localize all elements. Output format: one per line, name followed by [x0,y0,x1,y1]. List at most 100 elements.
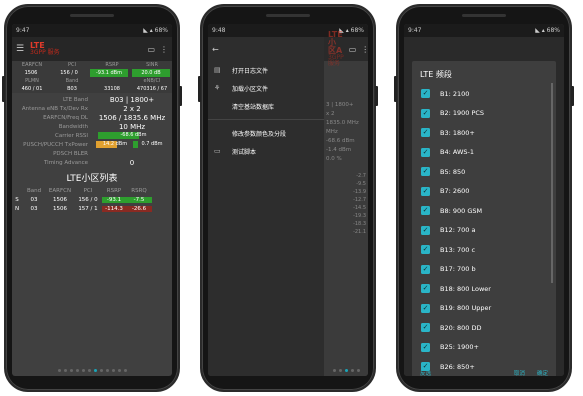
band-label: B20: 800 DD [440,323,482,332]
checkbox-checked-icon[interactable]: ✓ [421,342,430,352]
drawer-item[interactable]: 清空基站数据库 [208,97,324,115]
dialog-scrollbar[interactable] [551,83,553,283]
band-option[interactable]: ✓ B5: 850 [412,162,556,182]
grid2-value-1: B03 [67,86,77,92]
overflow-menu-icon[interactable]: ⋮ [160,45,168,54]
drawer-item[interactable]: ⚘ 加载小区文件 [208,79,324,97]
cell-earfcn: 1506 [53,205,67,212]
drawer-item[interactable]: 修改参数颜色及分段 [208,124,324,142]
grid2-value-0: 460 / 01 [21,86,43,92]
hamburger-menu-icon[interactable]: ☰ [16,44,30,54]
drawer-item[interactable]: ▤ 打开日志文件 [208,61,324,79]
checkbox-checked-icon[interactable]: ✓ [421,264,430,274]
param-label: Bandwidth [58,123,88,130]
band-option[interactable]: ✓ B3: 1800+ [412,123,556,143]
checkbox-checked-icon[interactable]: ✓ [421,303,430,313]
band-option[interactable]: ✓ B2: 1900 PCS [412,104,556,124]
back-arrow-icon[interactable]: ← [212,45,219,54]
app-bar-dimmed: LTE 小区A 3GPP 服务 ▭ ⋮ [324,31,368,67]
grid2-header-2 [92,77,132,85]
band-option[interactable]: ✓ B7: 2600 [412,182,556,202]
power-button [375,86,378,106]
cell-pci: 157 / 1 [78,205,98,212]
page-indicator[interactable] [324,369,368,372]
cell-rsrq: -7.5 [126,196,152,203]
dimmed-value: -68.6 dBm [326,138,355,144]
grid1-value-2: -93.1 dBm [90,69,128,77]
band-option[interactable]: ✓ B19: 800 Upper [412,299,556,319]
ok-button[interactable]: 确定 [537,369,548,376]
param-label: LTE Band [62,96,88,103]
serving-cell-grid: EARFCN PCI RSRP SINR 1506 156 / 0 -93.1 dBm 20… [12,61,172,93]
grid1-value-0: 1506 [24,70,38,76]
band-label: B12: 700 a [440,226,476,235]
band-option[interactable]: ✓ B12: 700 a [412,221,556,241]
sim-card-icon: ▭ [348,44,357,54]
drawer-item-icon: ▭ [214,147,221,155]
cell-row[interactable]: N 03 1506 157 / 1 -114.3 -26.6 [12,204,172,213]
band-option[interactable]: ✓ B13: 700 c [412,240,556,260]
drawer-item-label: 打开日志文件 [232,67,269,75]
dimmed-value: 1835.0 MHz [326,120,359,126]
app-bar: ☰ LTE 3GPP 服务 ▭ ⋮ [12,37,172,61]
dimmed-value: MHz [326,129,338,135]
band-label: B4: AWS-1 [440,148,474,157]
band-label: B18: 800 Lower [440,284,491,293]
checkbox-checked-icon[interactable]: ✓ [421,225,430,235]
drawer-item-label: 清空基站数据库 [232,103,275,111]
checkbox-checked-icon[interactable]: ✓ [421,89,430,99]
cell-pci: 156 / 0 [78,196,98,203]
band-option[interactable]: ✓ B25: 1900+ [412,338,556,358]
invert-selection-button[interactable]: 反选 [420,369,431,376]
band-option[interactable]: ✓ B17: 700 b [412,260,556,280]
grid1-header-0: EARFCN [21,62,43,68]
status-icons: ◣ ▴ 68% [143,27,168,34]
param-row: EARFCN/Freq DL 1506 / 1835.6 MHz [12,113,172,122]
status-time: 9:47 [408,27,422,34]
grid2-header-0: PLMN [25,78,39,84]
drawer-item[interactable]: ▭ 测试脚本 [208,142,324,160]
cell-header-0: Band [26,187,42,194]
checkbox-checked-icon[interactable]: ✓ [421,186,430,196]
band-option[interactable]: ✓ B1: 2100 [412,84,556,104]
band-option[interactable]: ✓ B4: AWS-1 [412,143,556,163]
grid2-value-3: 470316 / 67 [136,86,168,92]
overflow-menu-icon: ⋮ [361,44,368,54]
app-title: LTE 3GPP 服务 [30,42,142,56]
drawer-item-icon: ▤ [214,66,221,74]
dimmed-cell-value: -14.5 [353,205,366,211]
drawer-header: ← [208,37,324,61]
checkbox-checked-icon[interactable]: ✓ [421,323,430,333]
checkbox-checked-icon[interactable]: ✓ [421,128,430,138]
band-option[interactable]: ✓ B18: 800 Lower [412,279,556,299]
checkbox-checked-icon[interactable]: ✓ [421,284,430,294]
dimmed-content: LTE 小区A 3GPP 服务 ▭ ⋮ 3 | 1800+ x 2 1835.0 M… [324,31,368,376]
power-button [179,86,182,106]
navigation-drawer: ← ▤ 打开日志文件 ⚘ 加载小区文件清空基站数据库修改参数颜色及分段 ▭ 测试脚本 [208,37,324,376]
grid1-header-1: PCI [68,62,76,68]
page-indicator[interactable] [12,369,172,372]
band-label: B13: 700 c [440,245,476,254]
cancel-button[interactable]: 取消 [514,369,525,376]
cell-rsrq: -26.6 [126,205,152,212]
checkbox-checked-icon[interactable]: ✓ [421,245,430,255]
param-value: B03 | 1800+ [109,95,155,104]
dialog-title: LTE 频段 [420,70,452,79]
sim-card-icon[interactable]: ▭ [147,45,155,54]
checkbox-checked-icon[interactable]: ✓ [421,108,430,118]
dimmed-cell-value: -18.3 [353,221,366,227]
grid1-header-2: RSRP [105,62,119,68]
app-title-main: LTE 小区A [328,30,343,55]
band-option[interactable]: ✓ B20: 800 DD [412,318,556,338]
band-label: B19: 800 Upper [440,304,492,313]
checkbox-checked-icon[interactable]: ✓ [421,147,430,157]
status-time: 9:47 [16,27,30,34]
checkbox-checked-icon[interactable]: ✓ [421,167,430,177]
cell-tag: S [15,196,19,203]
cell-list-header: Band EARFCN PCI RSRP RSRQ [12,186,172,195]
dimmed-cell-value: -12.7 [353,197,366,203]
band-option[interactable]: ✓ B8: 900 GSM [412,201,556,221]
cell-row[interactable]: S 03 1506 156 / 0 -93.1 -7.5 [12,195,172,204]
cell-list: Band EARFCN PCI RSRP RSRQ S 03 1506 156 / 0 -93.1… [12,186,172,213]
checkbox-checked-icon[interactable]: ✓ [421,206,430,216]
